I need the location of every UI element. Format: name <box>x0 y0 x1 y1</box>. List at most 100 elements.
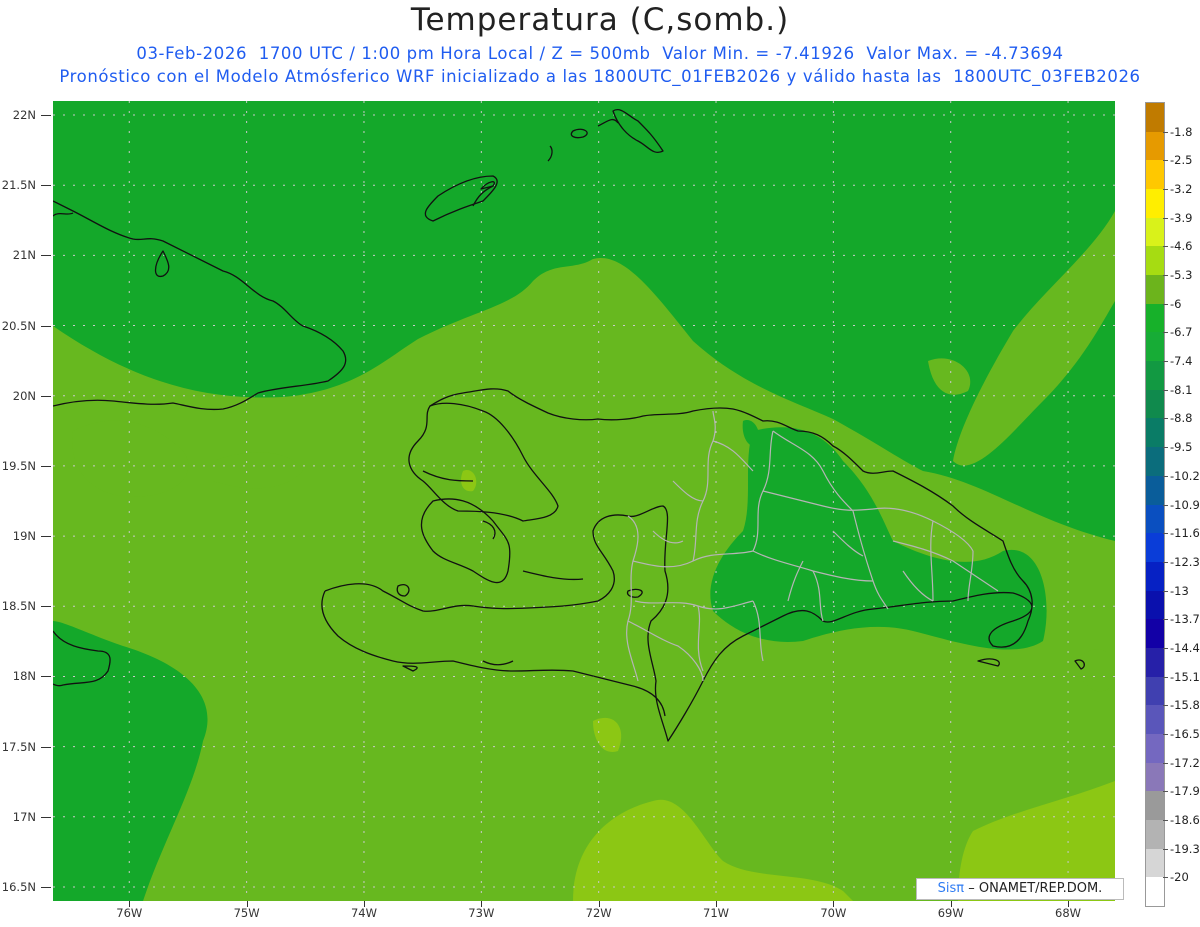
colorbar-label: -11.6 <box>1170 526 1200 541</box>
lon-tick <box>716 901 718 907</box>
colorbar-label: -2.5 <box>1170 153 1193 168</box>
lat-tick <box>41 606 51 608</box>
credit-box: Sisπ – ONAMET/REP.DOM. <box>916 878 1124 900</box>
colorbar-label: -4.6 <box>1170 239 1193 254</box>
lat-tick-label: 20N <box>12 388 36 403</box>
lat-tick <box>41 816 51 818</box>
colorbar-label: -18.6 <box>1170 812 1200 827</box>
colorbar-swatch <box>1146 189 1164 219</box>
lon-tick <box>950 901 952 907</box>
colorbar-tick <box>1163 791 1168 793</box>
lat-tick-label: 17N <box>12 809 36 824</box>
lat-tick-label: 19N <box>12 529 36 544</box>
colorbar-label: -8.1 <box>1170 382 1193 397</box>
lon-tick-label: 68W <box>1055 906 1082 920</box>
lon-tick <box>363 901 365 907</box>
colorbar-tick <box>1163 647 1168 649</box>
colorbar-tick <box>1163 504 1168 506</box>
lat-tick-label: 21.5N <box>1 178 36 193</box>
colorbar-swatch <box>1146 160 1164 190</box>
colorbar-tick <box>1163 762 1168 764</box>
lon-tick <box>481 901 483 907</box>
lat-tick-label: 17.5N <box>1 739 36 754</box>
credit-text: – ONAMET/REP.DOM. <box>968 881 1103 896</box>
colorbar-label: -13 <box>1170 583 1189 598</box>
lat-tick-label: 18N <box>12 669 36 684</box>
colorbar-swatch <box>1146 733 1164 764</box>
colorbar-label: -17.9 <box>1170 784 1200 799</box>
colorbar-label: -7.4 <box>1170 354 1193 369</box>
lat-tick-label: 22N <box>12 108 36 123</box>
lon-tick-label: 70W <box>820 906 847 920</box>
colorbar-tick <box>1163 389 1168 391</box>
colorbar-swatch <box>1146 332 1164 362</box>
colorbar-label: -15.1 <box>1170 669 1200 684</box>
colorbar-swatch <box>1146 848 1164 878</box>
colorbar-label: -9.5 <box>1170 440 1193 455</box>
colorbar-label: -12.3 <box>1170 554 1200 569</box>
colorbar-swatch <box>1146 561 1164 592</box>
colorbar-tick <box>1163 533 1168 535</box>
colorbar-tick <box>1163 819 1168 821</box>
lat-tick <box>41 185 51 187</box>
colorbar-tick <box>1163 848 1168 850</box>
lat-tick-label: 21N <box>12 248 36 263</box>
colorbar-tick <box>1163 733 1168 735</box>
colorbar-label: -5.3 <box>1170 268 1193 283</box>
temperature-map <box>53 101 1115 901</box>
lat-tick-label: 19.5N <box>1 458 36 473</box>
lat-tick-label: 16.5N <box>1 879 36 894</box>
colorbar-label: -14.4 <box>1170 640 1200 655</box>
lat-tick <box>41 325 51 327</box>
colorbar-label: -6.7 <box>1170 325 1193 340</box>
colorbar-swatch <box>1146 705 1164 735</box>
colorbar-label: -20 <box>1170 870 1189 885</box>
colorbar-swatch <box>1146 762 1164 792</box>
colorbar-swatch <box>1146 533 1164 563</box>
colorbar-tick <box>1163 217 1168 219</box>
colorbar-swatch <box>1146 647 1164 678</box>
lon-tick <box>598 901 600 907</box>
lon-tick-label: 69W <box>937 906 964 920</box>
lat-tick <box>41 465 51 467</box>
colorbar-label: -16.5 <box>1170 726 1200 741</box>
lon-tick <box>833 901 835 907</box>
colorbar-tick <box>1163 561 1168 563</box>
lon-tick-label: 75W <box>233 906 260 920</box>
colorbar-tick <box>1163 332 1168 334</box>
colorbar-tick <box>1163 676 1168 678</box>
colorbar-tick <box>1163 189 1168 191</box>
colorbar-label: -17.2 <box>1170 755 1200 770</box>
colorbar-swatch <box>1146 389 1164 419</box>
colorbar-label: -1.8 <box>1170 124 1193 139</box>
colorbar-label: -10.9 <box>1170 497 1200 512</box>
colorbar-tick <box>1163 418 1168 420</box>
colorbar-swatch <box>1146 275 1164 305</box>
map-canvas <box>53 101 1115 901</box>
colorbar-swatch <box>1146 447 1164 477</box>
colorbar-swatch <box>1146 877 1164 907</box>
colorbar-swatch <box>1146 475 1164 505</box>
sispi-logo: Sisπ <box>937 881 965 896</box>
lat-tick <box>41 395 51 397</box>
colorbar-swatch <box>1146 819 1164 850</box>
colorbar-tick <box>1163 275 1168 277</box>
colorbar-swatch <box>1146 791 1164 821</box>
shading-light <box>53 211 1115 901</box>
colorbar-tick <box>1163 303 1168 305</box>
colorbar-tick <box>1163 877 1168 879</box>
colorbar-swatch <box>1146 103 1164 133</box>
lat-tick <box>41 676 51 678</box>
colorbar-swatch <box>1146 131 1164 161</box>
colorbar-swatch <box>1146 217 1164 247</box>
lat-tick-label: 18.5N <box>1 599 36 614</box>
lat-tick <box>41 115 51 117</box>
map-title: Temperatura (C,somb.) <box>410 2 790 38</box>
lat-tick <box>41 746 51 748</box>
colorbar-swatch <box>1146 361 1164 391</box>
colorbar-label: -13.7 <box>1170 612 1200 627</box>
colorbar-tick <box>1163 160 1168 162</box>
colorbar <box>1145 102 1165 907</box>
colorbar-label: -10.2 <box>1170 468 1200 483</box>
lon-tick <box>1068 901 1070 907</box>
